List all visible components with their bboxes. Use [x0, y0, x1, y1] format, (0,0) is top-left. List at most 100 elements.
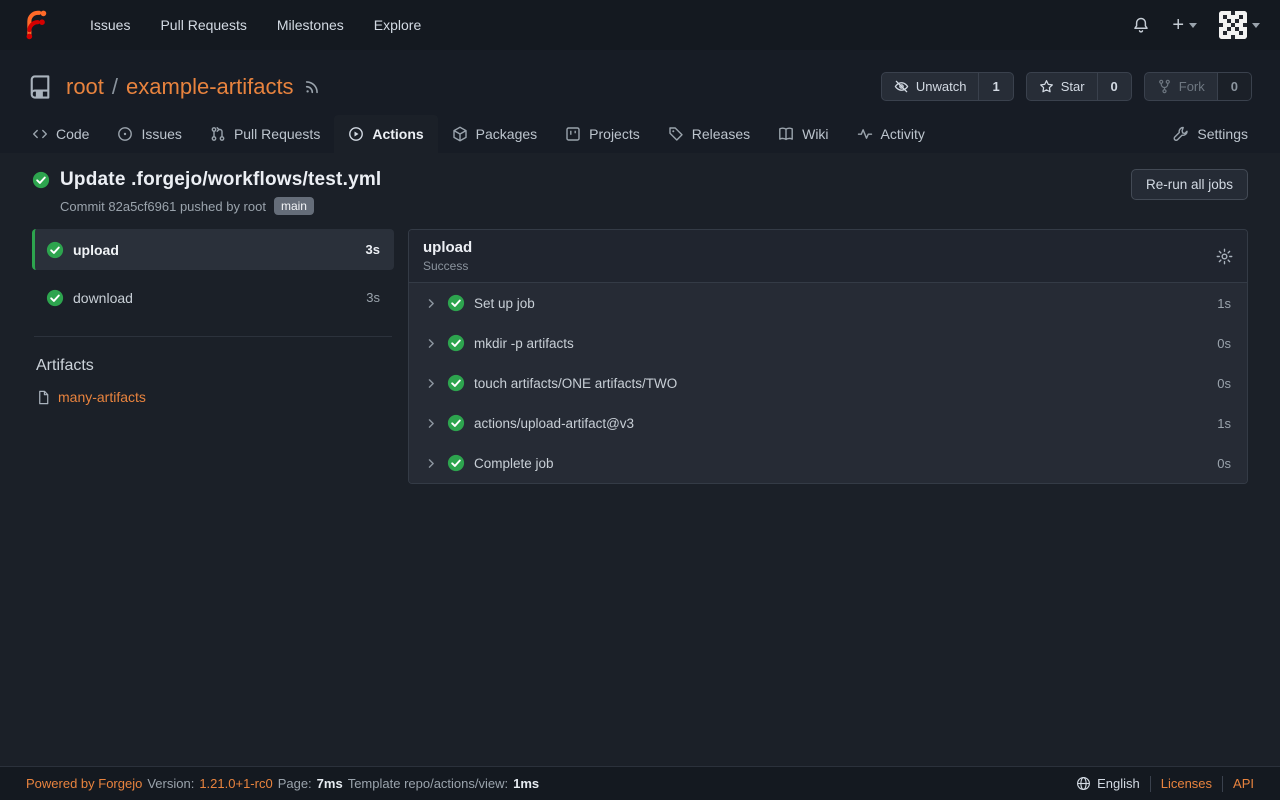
success-check-icon [447, 294, 465, 312]
version-label: Version: [147, 776, 194, 791]
fork-button[interactable]: Fork [1145, 73, 1217, 100]
tag-icon [668, 126, 684, 142]
step-duration: 1s [1217, 416, 1231, 431]
template-label: Template repo/actions/view: [348, 776, 508, 791]
watch-count[interactable]: 1 [978, 73, 1012, 100]
actions-run-view: Update .forgejo/workflows/test.yml Commi… [0, 153, 1280, 766]
jobs-sidebar: upload 3s download 3s Artifacts many-art… [32, 229, 394, 405]
footer-divider [1150, 776, 1151, 792]
tab-packages[interactable]: Packages [438, 115, 551, 153]
job-item-download[interactable]: download 3s [32, 277, 394, 318]
fork-button-group: Fork 0 [1144, 72, 1252, 101]
chevron-down-icon [1189, 23, 1197, 28]
chevron-right-icon [425, 417, 438, 430]
chevron-right-icon [425, 377, 438, 390]
success-check-icon [46, 289, 64, 307]
user-menu[interactable] [1219, 11, 1260, 39]
footer: Powered by Forgejo Version: 1.21.0+1-rc0… [0, 766, 1280, 800]
git-pull-request-icon [210, 126, 226, 142]
repo-owner-link[interactable]: root [66, 74, 104, 100]
step-row-complete[interactable]: Complete job 0s [409, 443, 1247, 483]
api-link[interactable]: API [1233, 776, 1254, 791]
forgejo-logo-icon[interactable] [20, 10, 50, 40]
nav-pull-requests[interactable]: Pull Requests [148, 9, 258, 41]
version-link[interactable]: 1.21.0+1-rc0 [199, 776, 272, 791]
tab-settings[interactable]: Settings [1159, 115, 1262, 153]
top-navbar: Issues Pull Requests Milestones Explore … [0, 0, 1280, 50]
chevron-right-icon [425, 337, 438, 350]
success-check-icon [46, 241, 64, 259]
nav-issues[interactable]: Issues [78, 9, 142, 41]
powered-by-link[interactable]: Powered by Forgejo [26, 776, 142, 791]
notifications-bell-icon[interactable] [1132, 16, 1150, 34]
page-time: 7ms [317, 776, 343, 791]
unwatch-button[interactable]: Unwatch [882, 73, 979, 100]
tab-releases[interactable]: Releases [654, 115, 764, 153]
artifact-link[interactable]: many-artifacts [58, 389, 146, 405]
step-row-mkdir[interactable]: mkdir -p artifacts 0s [409, 323, 1247, 363]
step-row-touch[interactable]: touch artifacts/ONE artifacts/TWO 0s [409, 363, 1247, 403]
language-menu[interactable]: English [1076, 776, 1140, 791]
plus-icon: + [1172, 15, 1184, 35]
repo-header-wrapper: root / example-artifacts Unwatch [0, 50, 1280, 153]
success-check-icon [447, 334, 465, 352]
tab-projects[interactable]: Projects [551, 115, 654, 153]
step-row-upload-artifact[interactable]: actions/upload-artifact@v3 1s [409, 403, 1247, 443]
pulse-icon [857, 126, 873, 142]
gear-icon[interactable] [1216, 248, 1233, 265]
step-row-setup[interactable]: Set up job 1s [409, 283, 1247, 323]
package-icon [452, 126, 468, 142]
step-duration: 0s [1217, 376, 1231, 391]
navbar-links: Issues Pull Requests Milestones Explore [78, 9, 433, 41]
chevron-right-icon [425, 457, 438, 470]
star-button[interactable]: Star [1027, 73, 1097, 100]
code-icon [32, 126, 48, 142]
star-button-group: Star 0 [1026, 72, 1132, 101]
success-check-icon [447, 454, 465, 472]
fork-icon [1157, 79, 1172, 94]
template-time: 1ms [513, 776, 539, 791]
artifact-item[interactable]: many-artifacts [36, 389, 394, 405]
success-check-icon [32, 171, 50, 189]
tab-code[interactable]: Code [18, 115, 103, 153]
tab-issues[interactable]: Issues [103, 115, 195, 153]
avatar [1219, 11, 1247, 39]
step-name: mkdir -p artifacts [474, 336, 574, 351]
tab-actions[interactable]: Actions [334, 115, 437, 153]
create-new-dropdown[interactable]: + [1172, 15, 1197, 35]
file-icon [36, 390, 51, 405]
step-name: Set up job [474, 296, 535, 311]
rss-icon[interactable] [304, 78, 321, 95]
job-item-upload[interactable]: upload 3s [32, 229, 394, 270]
run-title: Update .forgejo/workflows/test.yml [60, 169, 381, 191]
branch-badge[interactable]: main [274, 197, 314, 215]
book-icon [778, 126, 794, 142]
star-count[interactable]: 0 [1097, 73, 1131, 100]
repo-name-link[interactable]: example-artifacts [126, 74, 294, 100]
tab-pull-requests[interactable]: Pull Requests [196, 115, 334, 153]
commit-info: Commit 82a5cf6961 pushed by root [60, 199, 266, 214]
step-name: actions/upload-artifact@v3 [474, 416, 634, 431]
play-circle-icon [348, 126, 364, 142]
fork-count[interactable]: 0 [1217, 73, 1251, 100]
job-detail-title: upload [423, 239, 472, 256]
star-icon [1039, 79, 1054, 94]
eye-slash-icon [894, 79, 909, 94]
chevron-down-icon [1252, 23, 1260, 28]
tab-wiki[interactable]: Wiki [764, 115, 842, 153]
licenses-link[interactable]: Licenses [1161, 776, 1212, 791]
chevron-right-icon [425, 297, 438, 310]
rerun-all-jobs-button[interactable]: Re-run all jobs [1131, 169, 1248, 200]
job-status: Success [423, 259, 472, 273]
page-label: Page: [278, 776, 312, 791]
footer-divider [1222, 776, 1223, 792]
tab-activity[interactable]: Activity [843, 115, 939, 153]
artifacts-heading: Artifacts [36, 357, 394, 375]
project-board-icon [565, 126, 581, 142]
watch-button-group: Unwatch 1 [881, 72, 1014, 101]
breadcrumb-separator: / [112, 74, 118, 100]
nav-explore[interactable]: Explore [362, 9, 433, 41]
nav-milestones[interactable]: Milestones [265, 9, 356, 41]
step-name: touch artifacts/ONE artifacts/TWO [474, 376, 677, 391]
job-duration: 3s [366, 290, 380, 305]
